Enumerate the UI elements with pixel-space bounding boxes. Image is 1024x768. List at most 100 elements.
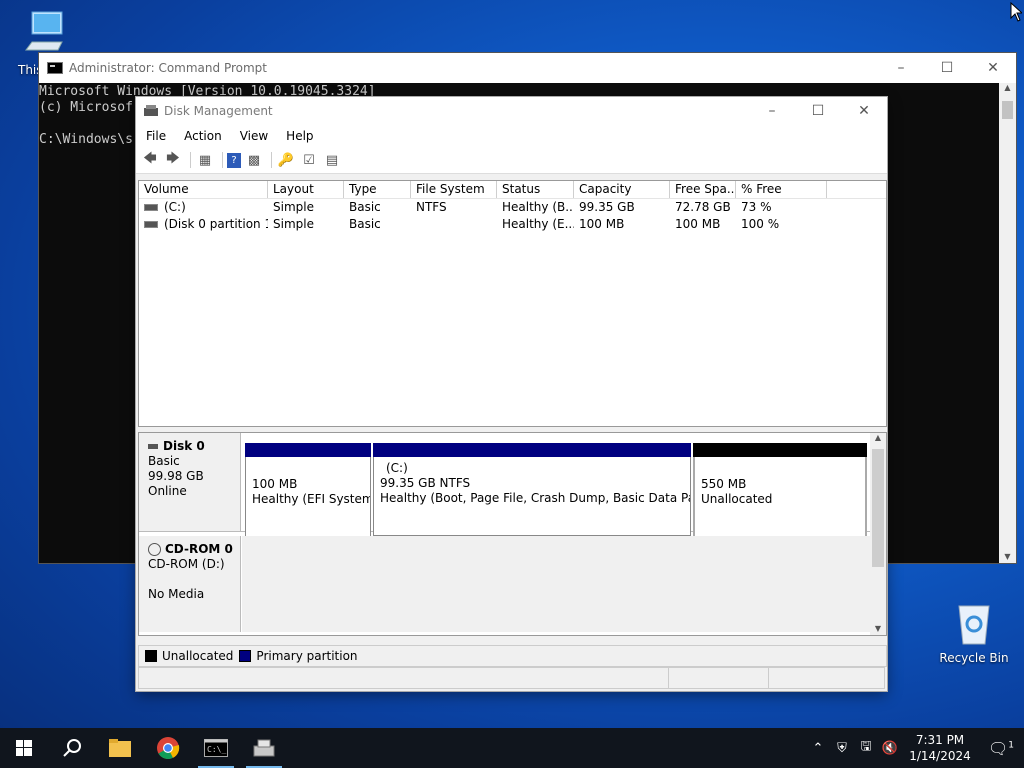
volume-list[interactable]: Volume Layout Type File System Status Ca… (138, 180, 887, 427)
free-space-cell: 100 MB (675, 217, 721, 231)
cdrom-0-media: No Media (148, 587, 205, 601)
disk-0-state: Online (148, 484, 187, 498)
column-percent-free[interactable]: % Free (736, 181, 827, 198)
file-explorer-taskbar-button[interactable] (96, 728, 144, 768)
partition-size: 550 MB (701, 477, 747, 491)
graph-scroll-thumb[interactable] (872, 449, 884, 567)
file-system-cell (411, 216, 497, 233)
partition-c[interactable]: (C:) 99.35 GB NTFS Healthy (Boot, Page F… (373, 443, 691, 536)
svg-text:C:\_: C:\_ (207, 745, 226, 754)
scroll-up-icon[interactable]: ▲ (870, 433, 886, 442)
column-free-space[interactable]: Free Spa... (670, 181, 736, 198)
scroll-down-icon[interactable]: ▼ (999, 552, 1016, 561)
partition-bar (693, 443, 867, 457)
show-hide-console-tree-icon[interactable]: ▦ (195, 151, 215, 169)
cdrom-0-label[interactable]: CD-ROM 0 CD-ROM (D:) No Media (139, 536, 241, 632)
search-icon (63, 739, 81, 757)
partition-title: (C:) (386, 461, 408, 475)
recycle-bin-icon (958, 605, 990, 645)
clock-time: 7:31 PM (915, 733, 965, 747)
volume-name: (C:) (164, 200, 186, 214)
back-arrow-icon[interactable]: 🡄 (140, 151, 160, 169)
table-row[interactable]: (C:) Simple Basic NTFS Healthy (B... 99.… (139, 199, 886, 216)
disk-0-size: 99.98 GB (148, 469, 204, 483)
cmd-taskbar-button[interactable]: C:\_ (192, 728, 240, 768)
cdrom-0-name: CD-ROM 0 (165, 542, 233, 556)
chrome-taskbar-button[interactable] (144, 728, 192, 768)
cmd-window-icon (47, 62, 63, 74)
start-button[interactable] (0, 728, 48, 768)
layout-cell: Simple (273, 200, 314, 214)
cmd-maximize-button[interactable]: ☐ (924, 53, 970, 83)
notification-icon: 🗨 (987, 738, 1009, 758)
menu-bar: File Action View Help (136, 125, 887, 147)
percent-free-cell: 100 % (741, 217, 780, 231)
file-system-cell: NTFS (416, 200, 447, 214)
volume-name: (Disk 0 partition 1) (164, 217, 268, 231)
scroll-down-icon[interactable]: ▼ (870, 624, 886, 633)
forward-arrow-icon[interactable]: 🡆 (163, 151, 183, 169)
column-capacity[interactable]: Capacity (574, 181, 670, 198)
cmd-minimize-button[interactable]: – (878, 53, 924, 83)
cmd-scrollbar[interactable]: ▲ ▼ (999, 83, 1016, 563)
volume-muted-icon[interactable]: 🔇 (878, 741, 902, 756)
cmd-close-button[interactable]: ✕ (970, 53, 1016, 83)
toolbar-separator (190, 152, 191, 168)
checklist-icon[interactable]: ☑ (299, 151, 319, 169)
menu-help[interactable]: Help (276, 129, 321, 143)
security-shield-icon[interactable]: ⛨ (830, 741, 854, 756)
disk-0-name: Disk 0 (163, 439, 205, 453)
cdrom-0-row[interactable]: CD-ROM 0 CD-ROM (D:) No Media (139, 536, 870, 632)
show-hidden-icons-chevron-icon[interactable]: ⌃ (806, 741, 830, 756)
table-row[interactable]: (Disk 0 partition 1) Simple Basic Health… (139, 216, 886, 233)
dm-minimize-button[interactable]: – (749, 96, 795, 126)
column-type[interactable]: Type (344, 181, 411, 198)
connect-icon[interactable]: 🔑 (276, 151, 296, 169)
partition-bar (245, 443, 371, 457)
volume-icon (144, 221, 158, 228)
dm-window-title: Disk Management (164, 104, 273, 118)
toolbar-separator (222, 152, 223, 168)
help-icon[interactable]: ? (227, 152, 241, 168)
cdrom-0-drive: CD-ROM (D:) (148, 557, 225, 571)
network-icon[interactable]: 🖫 (854, 737, 878, 759)
toolbar: 🡄 🡆 ▦ ? ▩ 🔑 ☑ ▤ (136, 147, 887, 174)
search-button[interactable] (48, 728, 96, 768)
graph-scrollbar[interactable]: ▲ ▼ (870, 433, 886, 635)
column-layout[interactable]: Layout (268, 181, 344, 198)
cmd-scroll-thumb[interactable] (1002, 101, 1013, 119)
cmd-title-bar[interactable]: Administrator: Command Prompt – ☐ ✕ (39, 53, 1016, 83)
legend-unallocated: Unallocated (162, 649, 234, 663)
dm-title-bar[interactable]: Disk Management – ☐ ✕ (136, 97, 887, 125)
cdrom-0-empty-area (242, 536, 870, 632)
menu-file[interactable]: File (136, 129, 174, 143)
volume-icon (144, 204, 158, 211)
disk-0-row[interactable]: Disk 0 Basic 99.98 GB Online 100 MB Heal… (139, 433, 870, 553)
recycle-bin-desktop-icon[interactable]: Recycle Bin (934, 602, 1014, 665)
settings-list-icon[interactable]: ▤ (322, 151, 342, 169)
clock[interactable]: 7:31 PM 1/14/2024 (902, 732, 978, 764)
status-pane (667, 667, 769, 689)
properties-icon[interactable]: ▩ (244, 151, 264, 169)
disk-management-icon (253, 739, 275, 757)
dm-close-button[interactable]: ✕ (841, 96, 887, 126)
disk-management-taskbar-button[interactable] (240, 728, 288, 768)
recycle-bin-label: Recycle Bin (939, 651, 1009, 665)
partition-status: Healthy (EFI System P (252, 492, 371, 506)
status-pane (768, 667, 885, 689)
disk-graphical-view[interactable]: Disk 0 Basic 99.98 GB Online 100 MB Heal… (138, 432, 887, 636)
status-cell: Healthy (B... (502, 200, 574, 214)
column-volume[interactable]: Volume (139, 181, 268, 198)
column-status[interactable]: Status (497, 181, 574, 198)
scroll-up-icon[interactable]: ▲ (999, 83, 1016, 92)
menu-action[interactable]: Action (174, 129, 230, 143)
disk-management-window[interactable]: Disk Management – ☐ ✕ File Action View H… (136, 97, 887, 691)
column-file-system[interactable]: File System (411, 181, 497, 198)
disk-0-label[interactable]: Disk 0 Basic 99.98 GB Online (139, 433, 241, 531)
dm-maximize-button[interactable]: ☐ (795, 96, 841, 126)
menu-view[interactable]: View (230, 129, 276, 143)
action-center-button[interactable]: 🗨1 (978, 739, 1024, 758)
partition-size: 100 MB (252, 477, 298, 491)
capacity-cell: 100 MB (579, 217, 625, 231)
